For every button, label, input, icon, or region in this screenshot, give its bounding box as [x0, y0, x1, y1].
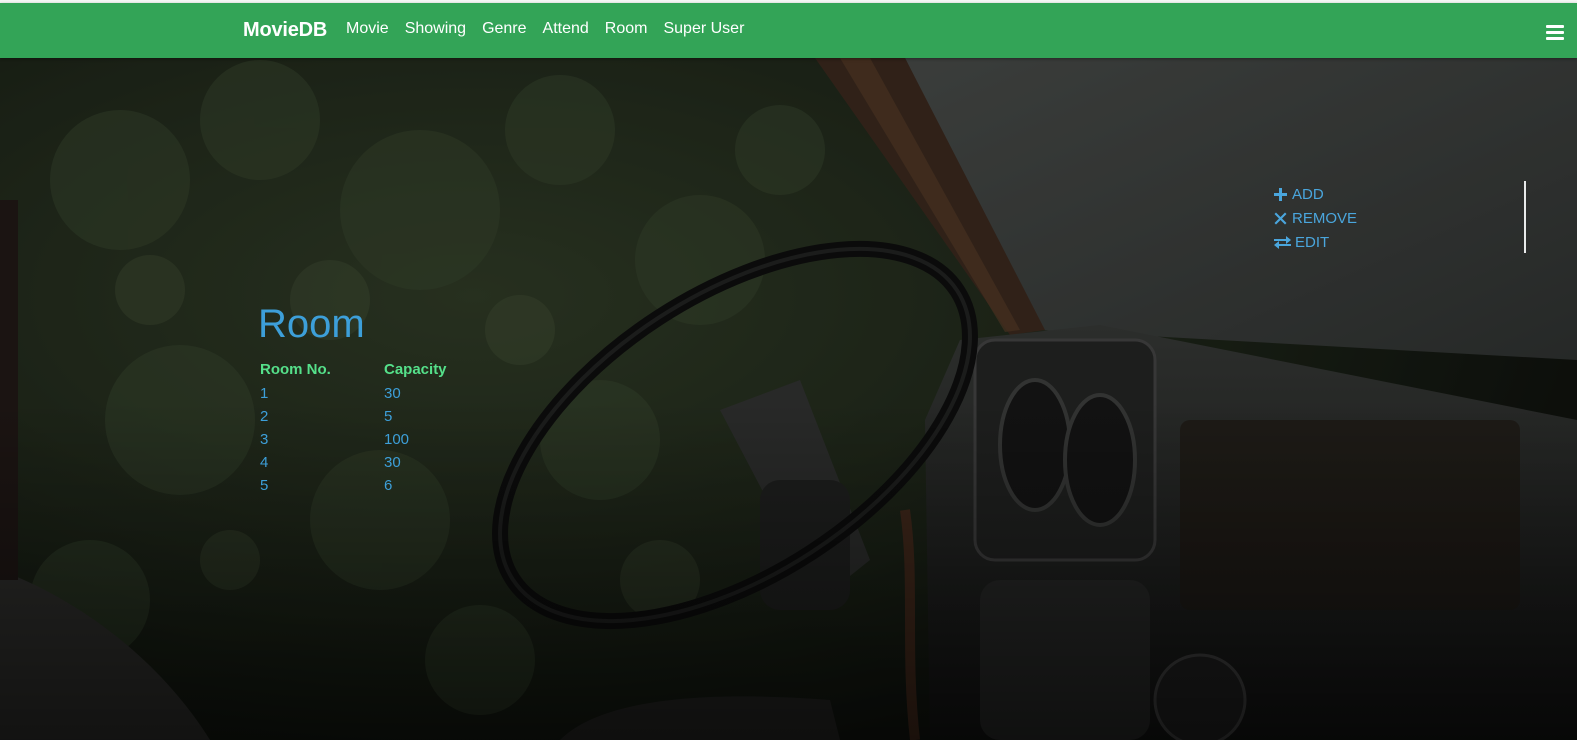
navbar: MovieDB Movie Showing Genre Attend Room …: [0, 3, 1577, 58]
table-row[interactable]: 4 30: [260, 451, 447, 474]
exchange-icon: [1274, 235, 1292, 249]
capacity-cell: 6: [384, 477, 393, 494]
nav-link-showing[interactable]: Showing: [405, 20, 466, 38]
background-image: [0, 0, 1577, 740]
nav-links: Movie Showing Genre Attend Room Super Us…: [346, 20, 760, 38]
table-row[interactable]: 5 6: [260, 474, 447, 497]
capacity-cell: 30: [384, 385, 401, 402]
nav-link-super-user[interactable]: Super User: [663, 20, 744, 38]
table-row[interactable]: 1 30: [260, 382, 447, 405]
column-header-room-no: Room No.: [260, 361, 331, 378]
brand-logo[interactable]: MovieDB: [243, 19, 327, 42]
capacity-cell: 30: [384, 454, 401, 471]
vertical-divider: [1524, 181, 1526, 253]
nav-link-attend[interactable]: Attend: [543, 20, 589, 38]
plus-icon: [1274, 187, 1289, 201]
page-title: Room: [258, 302, 365, 346]
hamburger-menu-icon[interactable]: [1546, 25, 1564, 41]
edit-label: EDIT: [1295, 233, 1330, 251]
capacity-cell: 100: [384, 431, 410, 448]
nav-link-movie[interactable]: Movie: [346, 20, 389, 38]
action-panel: ADD REMOVE EDIT: [1274, 182, 1357, 254]
nav-link-genre[interactable]: Genre: [482, 20, 526, 38]
nav-link-room[interactable]: Room: [605, 20, 648, 38]
room-number-cell: 2: [260, 408, 269, 425]
room-table: Room No. Capacity 1 30 2 5 3 100 4 30 5 …: [260, 360, 447, 497]
edit-button[interactable]: EDIT: [1274, 230, 1357, 254]
remove-label: REMOVE: [1292, 209, 1358, 227]
room-number-cell: 5: [260, 477, 269, 494]
close-icon: [1274, 212, 1289, 225]
add-label: ADD: [1292, 185, 1324, 203]
capacity-cell: 5: [384, 408, 393, 425]
room-number-cell: 3: [260, 431, 269, 448]
table-header-row: Room No. Capacity: [260, 360, 447, 382]
column-header-capacity: Capacity: [384, 361, 447, 378]
room-number-cell: 4: [260, 454, 269, 471]
add-button[interactable]: ADD: [1274, 182, 1357, 206]
room-number-cell: 1: [260, 385, 269, 402]
table-row[interactable]: 2 5: [260, 405, 447, 428]
table-row[interactable]: 3 100: [260, 428, 447, 451]
remove-button[interactable]: REMOVE: [1274, 206, 1357, 230]
